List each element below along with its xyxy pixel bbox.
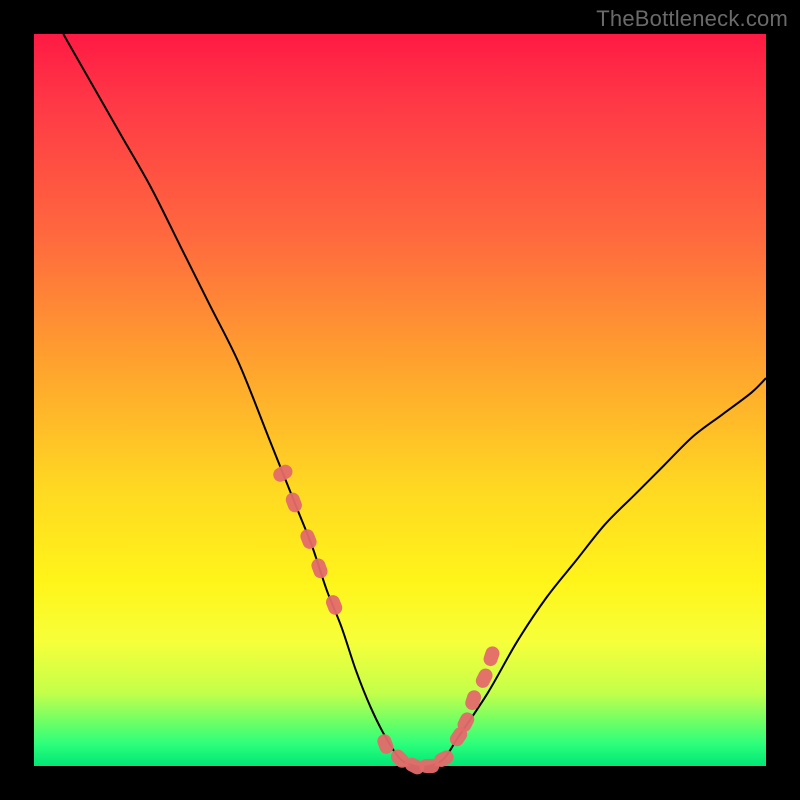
plot-area — [34, 34, 766, 766]
curve-marker — [482, 644, 502, 667]
curve-path — [63, 34, 766, 767]
chart-svg — [34, 34, 766, 766]
bottleneck-curve — [63, 34, 766, 767]
curve-marker — [284, 491, 304, 515]
curve-marker — [324, 593, 344, 617]
curve-marker — [298, 527, 318, 551]
marker-group — [271, 462, 502, 777]
chart-frame: TheBottleneck.com — [0, 0, 800, 800]
watermark-text: TheBottleneck.com — [596, 6, 788, 32]
curve-marker — [271, 462, 295, 484]
curve-marker — [309, 557, 329, 581]
curve-marker — [463, 688, 483, 711]
